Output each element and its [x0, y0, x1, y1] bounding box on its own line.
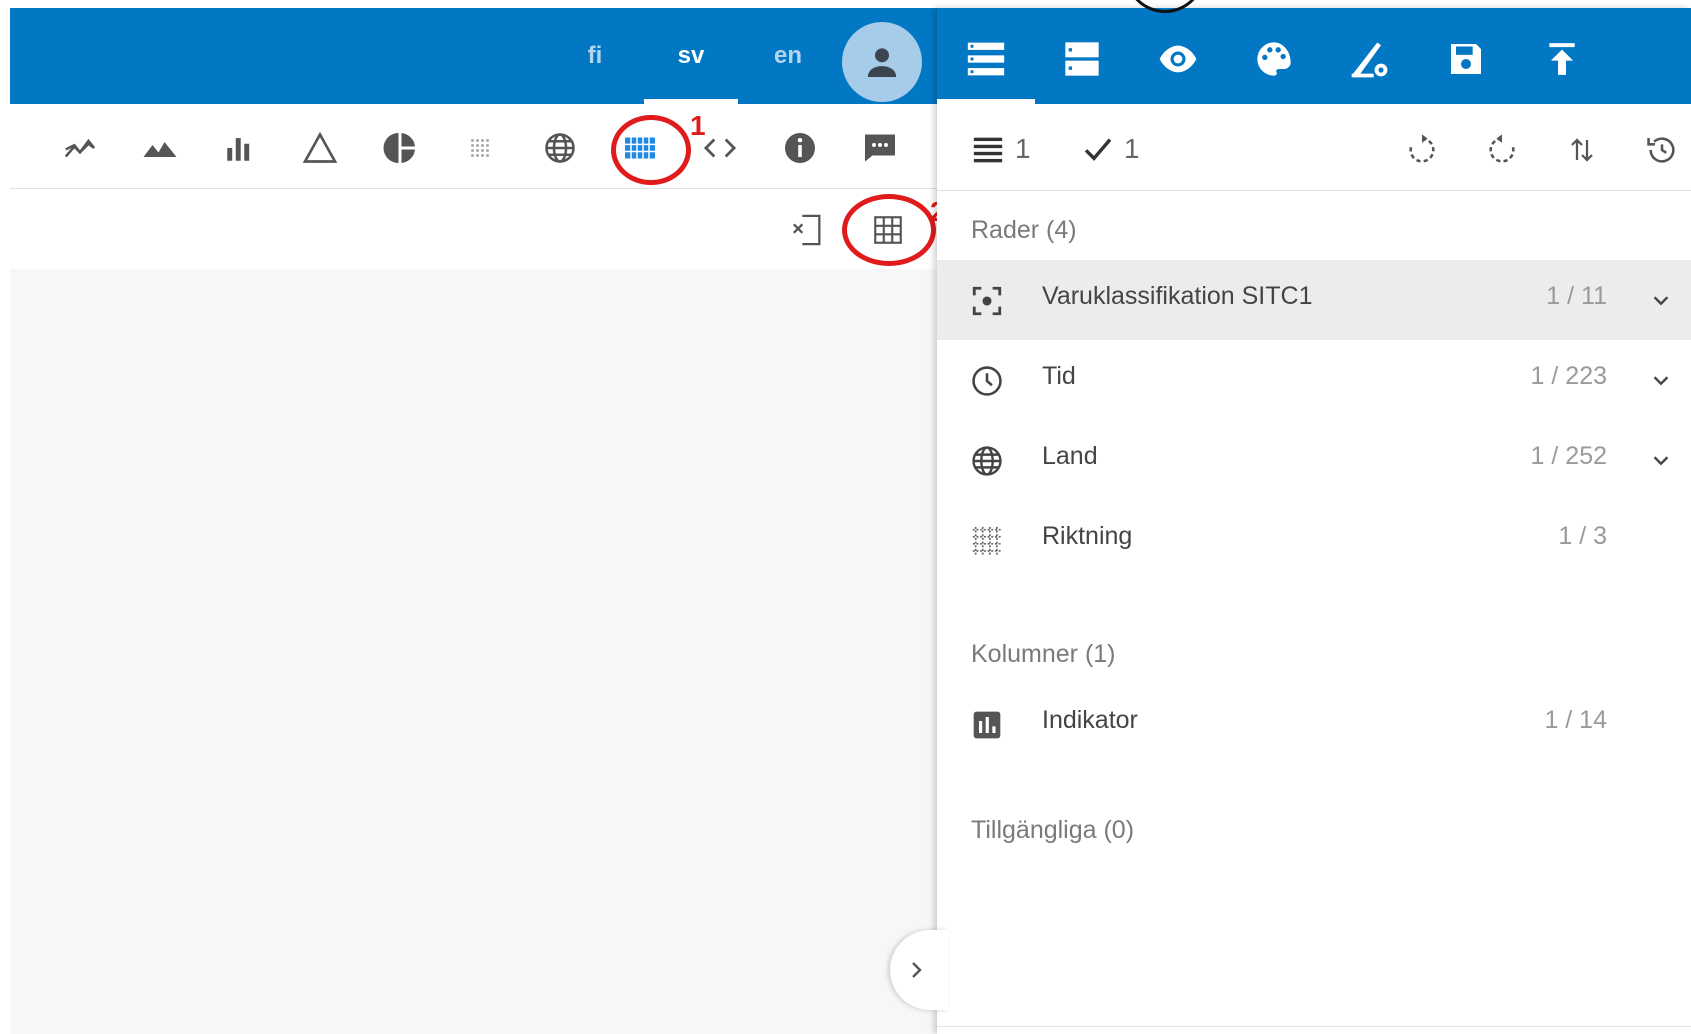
save-icon [1451, 44, 1481, 74]
dimension-row-varuklassifikation[interactable]: Varuklassifikation SITC1 1 / 11 [937, 260, 1691, 340]
info-button[interactable] [778, 126, 822, 170]
layout-icon [1065, 42, 1099, 76]
rotate-counterclockwise-icon [1489, 134, 1515, 163]
area-chart-button[interactable] [138, 126, 182, 170]
dimension-toolbar: 1 1 [937, 104, 1691, 191]
export-icon [793, 214, 821, 246]
dimension-label: Varuklassifikation SITC1 [1042, 282, 1313, 310]
palette-icon [1257, 42, 1291, 76]
swap-button[interactable] [1560, 128, 1604, 172]
selected-count-value: 1 [1124, 133, 1140, 164]
clock-icon [969, 363, 1005, 399]
tab-chart-settings[interactable] [1337, 26, 1403, 92]
user-account-button[interactable] [842, 22, 922, 102]
pie-chart-button[interactable] [378, 126, 422, 170]
rotate-counterclockwise-button[interactable] [1480, 128, 1524, 172]
view-options-toolbar [10, 189, 937, 269]
dimension-count: 1 / 11 [1546, 282, 1607, 310]
map-button[interactable] [538, 126, 582, 170]
tab-save[interactable] [1433, 26, 1499, 92]
chevron-down-icon [1653, 376, 1669, 386]
dimension-label: Land [1042, 442, 1098, 470]
dimensions-list-icon [967, 42, 1005, 76]
columns-section-label: Kolumner (1) [971, 640, 1116, 668]
divider [937, 1026, 1691, 1027]
comment-button[interactable] [858, 126, 902, 170]
checkmark-icon [1084, 138, 1112, 161]
settings-panel: 1 1 Rader (4) Varuklassifikation SITC1 1… [937, 8, 1691, 1034]
tab-palette[interactable] [1241, 26, 1307, 92]
reset-button[interactable] [1640, 128, 1684, 172]
account-circle-icon [867, 48, 897, 77]
publish-icon [1549, 43, 1575, 75]
tab-layout[interactable] [1049, 26, 1115, 92]
dotted-grid-icon [969, 523, 1005, 559]
pyramid-chart-button[interactable] [298, 126, 342, 170]
annotation-number-1: 1 [690, 110, 706, 141]
left-pane: fi sv en 1 [10, 8, 946, 1034]
chart-type-toolbar [10, 104, 937, 189]
dimension-label: Tid [1042, 362, 1076, 390]
focus-icon [969, 283, 1005, 319]
rows-section-label: Rader (4) [971, 216, 1077, 244]
bar-chart-icon [227, 138, 250, 161]
dimension-count: 1 / 223 [1530, 362, 1607, 390]
language-fi-tab[interactable]: fi [565, 32, 625, 80]
dimension-count: 1 / 3 [1558, 522, 1607, 550]
expand-dimension-button[interactable] [1645, 444, 1677, 476]
globe-icon [969, 443, 1005, 479]
rows-count: 1 [971, 132, 1031, 166]
top-app-bar: fi sv en [10, 8, 937, 104]
rows-count-value: 1 [1015, 133, 1031, 164]
bar-chart-button[interactable] [218, 126, 262, 170]
dimension-count: 1 / 14 [1544, 706, 1607, 734]
dimension-row-indikator[interactable]: Indikator 1 / 14 [937, 684, 1691, 764]
indicator-icon [969, 707, 1005, 743]
dimension-label: Indikator [1042, 706, 1138, 734]
dot-matrix-icon [471, 139, 489, 157]
selected-count: 1 [1082, 132, 1140, 166]
available-section-label: Tillgängliga (0) [971, 816, 1135, 844]
tab-dimensions[interactable] [953, 26, 1019, 92]
dimension-label: Riktning [1042, 522, 1133, 550]
line-chart-button[interactable] [58, 126, 102, 170]
chevron-right-icon [912, 962, 922, 978]
chevron-down-icon [1653, 456, 1669, 466]
tab-visibility[interactable] [1145, 26, 1211, 92]
dimension-row-land[interactable]: Land 1 / 252 [937, 420, 1691, 500]
table-grid-button[interactable] [865, 207, 911, 253]
embed-code-icon [703, 138, 737, 158]
pie-chart-icon [383, 133, 415, 163]
dimension-row-tid[interactable]: Tid 1 / 223 [937, 340, 1691, 420]
language-sv-tab[interactable]: sv [644, 32, 738, 80]
area-chart-icon [143, 142, 177, 157]
table-icon [625, 137, 655, 159]
line-chart-icon [64, 138, 96, 158]
settings-tab-bar [937, 8, 1691, 104]
info-icon [785, 133, 815, 163]
table-view-button[interactable] [618, 126, 662, 170]
chevron-down-icon [1653, 296, 1669, 306]
dimension-row-riktning[interactable]: Riktning 1 / 3 [937, 500, 1691, 580]
comment-icon [865, 134, 895, 162]
pyramid-chart-icon [302, 131, 338, 163]
table-grid-icon [874, 216, 902, 244]
reset-icon [1647, 137, 1675, 163]
tab-publish[interactable] [1529, 26, 1595, 92]
expand-dimension-button[interactable] [1645, 284, 1677, 316]
chart-settings-icon [1351, 42, 1388, 78]
expand-dimension-button[interactable] [1645, 364, 1677, 396]
language-en-tab[interactable]: en [758, 32, 818, 80]
dot-matrix-button[interactable] [458, 126, 502, 170]
visibility-icon [1159, 45, 1197, 73]
rotate-clockwise-icon [1409, 134, 1435, 163]
map-globe-icon [545, 133, 575, 163]
rotate-clockwise-button[interactable] [1400, 128, 1444, 172]
lines-icon [973, 137, 1003, 163]
dimension-count: 1 / 252 [1530, 442, 1607, 470]
swap-icon [1571, 138, 1593, 162]
export-button[interactable] [785, 207, 831, 253]
